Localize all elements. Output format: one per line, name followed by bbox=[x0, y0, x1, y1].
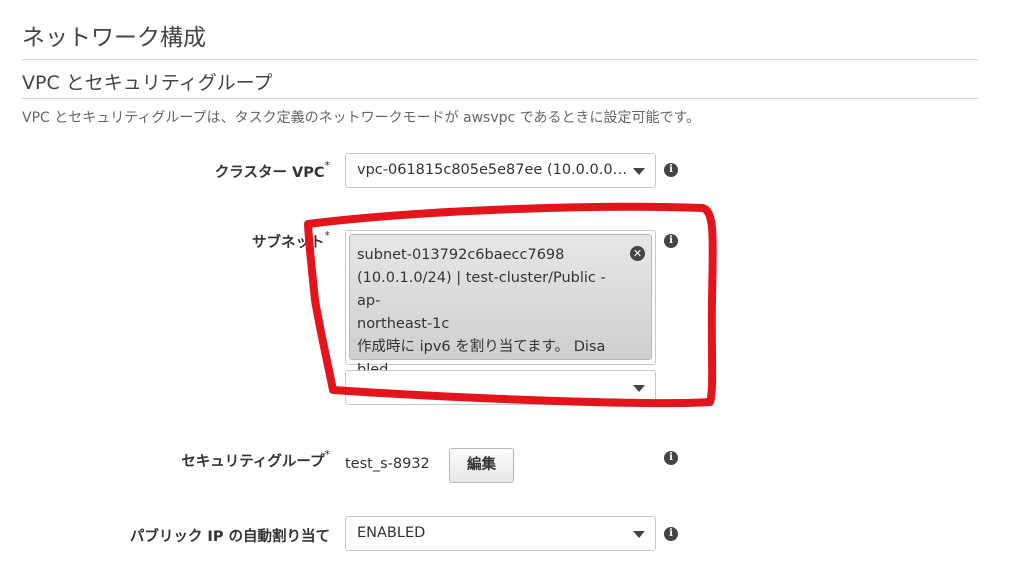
public-ip-select[interactable]: ENABLED bbox=[345, 516, 656, 551]
subnet-chip-line: (10.0.1.0/24) | test-cluster/Public - ap… bbox=[357, 270, 606, 309]
subnet-multiselect[interactable]: subnet-013792c6baecc7698 (10.0.1.0/24) |… bbox=[345, 230, 656, 378]
cluster-vpc-label: クラスター VPC* bbox=[214, 159, 330, 181]
section-title: VPC とセキュリティグループ bbox=[22, 72, 273, 94]
cluster-vpc-value: vpc-061815c805e5e87ee (10.0.0.0… bbox=[357, 162, 628, 178]
security-group-value: test_s-8932 bbox=[345, 456, 430, 472]
security-group-label: セキュリティグループ* bbox=[181, 448, 330, 470]
page-title: ネットワーク構成 bbox=[22, 25, 206, 51]
subnet-add-select[interactable] bbox=[345, 370, 656, 405]
section-divider bbox=[22, 98, 978, 99]
subnet-chip-line: northeast-1c bbox=[357, 316, 450, 332]
chevron-down-icon bbox=[633, 168, 645, 175]
subnet-chip[interactable]: subnet-013792c6baecc7698 (10.0.1.0/24) |… bbox=[349, 234, 652, 378]
subnet-label: サブネット* bbox=[252, 229, 330, 251]
subnet-chip-line: subnet-013792c6baecc7698 bbox=[357, 247, 565, 263]
info-icon[interactable]: i bbox=[664, 234, 678, 248]
public-ip-label: パブリック IP の自動割り当て bbox=[129, 529, 330, 545]
section-description: VPC とセキュリティグループは、タスク定義のネットワークモードが awsvpc… bbox=[22, 110, 701, 126]
info-icon[interactable]: i bbox=[664, 527, 678, 541]
chevron-down-icon bbox=[633, 531, 645, 538]
public-ip-value: ENABLED bbox=[357, 525, 426, 541]
info-icon[interactable]: i bbox=[664, 163, 678, 177]
chevron-down-icon bbox=[633, 385, 645, 392]
title-divider bbox=[22, 59, 978, 60]
subnet-chip-line: 作成時に ipv6 を割り当てます。 Disa bbox=[357, 339, 606, 355]
info-icon[interactable]: i bbox=[664, 451, 678, 465]
cluster-vpc-select[interactable]: vpc-061815c805e5e87ee (10.0.0.0… bbox=[345, 153, 656, 188]
edit-security-group-button[interactable]: 編集 bbox=[449, 448, 514, 483]
close-icon[interactable]: ✕ bbox=[630, 246, 645, 261]
